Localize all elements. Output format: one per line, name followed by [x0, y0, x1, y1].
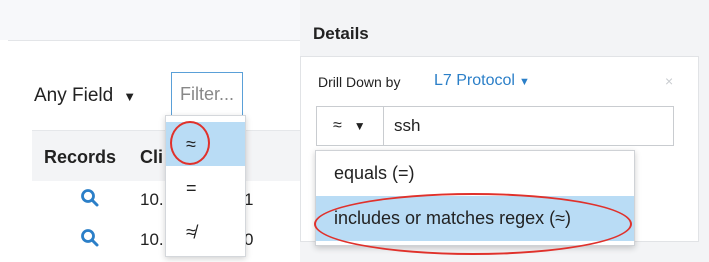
client-ip: 10. — [140, 230, 164, 249]
operator-select[interactable]: ≈ ▼ — [316, 106, 384, 146]
drill-down-field-link[interactable]: L7 Protocol ▼ — [434, 72, 530, 90]
search-icon[interactable] — [80, 228, 100, 248]
drill-down-field: L7 Protocol — [434, 72, 515, 89]
search-icon[interactable] — [80, 188, 100, 208]
drill-down-label: Drill Down by — [318, 74, 401, 90]
close-icon[interactable]: × — [665, 73, 673, 89]
operator-value: ≈ — [333, 117, 342, 134]
caret-down-icon: ▼ — [353, 119, 366, 133]
operator-option-equals[interactable]: = — [166, 166, 245, 210]
client-ip: 10. — [140, 190, 164, 209]
annotation-circle — [314, 193, 632, 255]
value-input[interactable]: ssh — [383, 106, 674, 146]
toolbar-band — [0, 0, 300, 40]
option-equals[interactable]: equals (=) — [316, 151, 634, 196]
divider — [8, 40, 300, 41]
field-selector[interactable]: Any Field ▼ — [34, 76, 136, 116]
value-text: ssh — [394, 116, 421, 135]
filter-input[interactable]: Filter... — [171, 72, 243, 116]
page-title: Details — [313, 24, 369, 43]
field-selector-label: Any Field — [34, 85, 114, 106]
caret-down-icon: ▼ — [518, 76, 530, 88]
filter-placeholder: Filter... — [180, 83, 235, 104]
column-header-records: Records — [44, 147, 117, 167]
caret-down-icon: ▼ — [123, 88, 137, 104]
operator-option-not-approx[interactable]: ≉ — [166, 210, 245, 254]
annotation-circle — [170, 121, 210, 165]
column-header-client: Cli — [140, 147, 164, 167]
